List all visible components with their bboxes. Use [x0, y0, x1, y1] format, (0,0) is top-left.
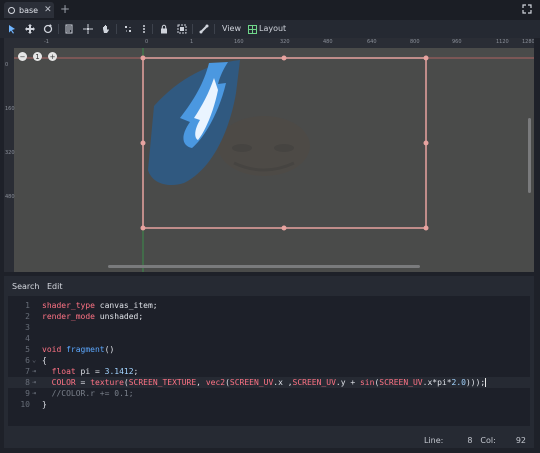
line-number: 10 — [20, 400, 30, 409]
line-number: 6 — [25, 356, 30, 365]
code-line[interactable]: 10} — [8, 399, 530, 410]
ruler-tick: 480 — [5, 194, 15, 200]
code-line[interactable]: 2 render_mode unshaded; — [8, 311, 530, 322]
ruler-tick: 1120 — [496, 39, 509, 45]
code-editor[interactable]: 1 shader_type canvas_item; 2 render_mode un… — [8, 296, 530, 426]
rotate-mode-icon[interactable] — [42, 23, 54, 35]
layout-grid-icon — [246, 23, 258, 35]
col-label: Col: — [480, 436, 496, 445]
code-line[interactable]: 9 ⇥ //COLOR.r += 0.1; — [8, 388, 530, 399]
ruler-tick: 480 — [323, 39, 333, 45]
code-text: void fragment() — [42, 345, 115, 354]
code-text: float pi = 3.1412; — [51, 367, 139, 376]
code-line[interactable]: 7 ⇥ float pi = 3.1412; — [8, 366, 530, 377]
group-icon[interactable] — [176, 23, 188, 35]
code-line[interactable]: 8 ⇥ COLOR = texture(SCREEN_TEXTURE, vec2(… — [8, 377, 530, 388]
bone-icon[interactable] — [198, 23, 210, 35]
code-line[interactable]: 3 — [8, 322, 530, 333]
line-number: 9 — [25, 389, 30, 398]
ruler-tick: 1 — [190, 39, 194, 45]
logo-sprite — [148, 60, 240, 186]
ruler-tick: 1280 — [522, 39, 534, 45]
more-options-icon[interactable] — [138, 23, 150, 35]
layout-menu[interactable]: Layout — [259, 24, 286, 33]
scene-tab-bar: base ✕ + — [0, 0, 540, 20]
text-cursor — [485, 378, 487, 387]
edit-menu[interactable]: Edit — [47, 282, 63, 291]
pan-hand-icon[interactable] — [100, 23, 112, 35]
fullscreen-icon[interactable] — [522, 4, 532, 14]
ruler-tick: -1 — [44, 39, 49, 45]
line-number: 2 — [25, 312, 30, 321]
viewport-canvas — [4, 48, 534, 272]
zoom-controls: − 1 + — [18, 52, 57, 61]
code-line[interactable]: 1 shader_type canvas_item; — [8, 300, 530, 311]
list-select-icon[interactable] — [64, 23, 76, 35]
code-line[interactable]: 5 void fragment() — [8, 344, 530, 355]
line-number: 4 — [25, 334, 30, 343]
ruler-tick: 800 — [410, 39, 420, 45]
ruler-left[interactable]: 0 160 320 480 — [4, 48, 15, 272]
shader-editor-panel: Search Edit 1 shader_type canvas_item; 2 re… — [4, 276, 534, 448]
line-number: 8 — [25, 378, 30, 387]
canvas-toolbar: View Layout — [0, 20, 540, 38]
code-text: { — [42, 356, 47, 365]
close-tab-icon[interactable]: ✕ — [44, 5, 52, 15]
select-mode-icon[interactable] — [6, 23, 18, 35]
code-text: shader_type canvas_item; — [42, 301, 158, 310]
move-mode-icon[interactable] — [24, 23, 36, 35]
code-line[interactable]: 4 — [8, 333, 530, 344]
canvas-viewport[interactable]: -1 0 1 160 320 480 640 800 960 1120 1280… — [4, 38, 534, 272]
editor-menu-bar: Search Edit — [4, 282, 534, 294]
line-number: 1 — [25, 301, 30, 310]
code-text: COLOR = texture(SCREEN_TEXTURE, vec2(SCR… — [51, 378, 487, 387]
view-menu[interactable]: View — [222, 24, 241, 33]
ruler-tick: 320 — [280, 39, 290, 45]
ruler-tick: 320 — [5, 150, 15, 156]
code-text: //COLOR.r += 0.1; — [51, 389, 134, 398]
lock-icon[interactable] — [158, 23, 170, 35]
zoom-in-icon[interactable]: + — [48, 52, 57, 61]
line-number: 5 — [25, 345, 30, 354]
fold-icon[interactable]: ⌄ — [32, 355, 40, 366]
code-line[interactable]: 6 ⌄{ — [8, 355, 530, 366]
line-label: Line: — [423, 436, 444, 445]
line-number: 7 — [25, 367, 30, 376]
vertical-scrollbar[interactable] — [528, 118, 531, 193]
ruler-tick: 0 — [145, 39, 149, 45]
background-sprite — [218, 116, 310, 176]
ruler-tick: 160 — [234, 39, 244, 45]
ruler-top[interactable]: -1 0 1 160 320 480 640 800 960 1120 1280 — [4, 38, 534, 48]
indent-marker-icon: ⇥ — [32, 367, 37, 375]
ruler-tick: 640 — [367, 39, 377, 45]
cursor-status: Line: 8 Col: 92 — [424, 436, 526, 445]
snap-icon[interactable] — [122, 23, 134, 35]
line-number: 3 — [25, 323, 30, 332]
col-value: 92 — [515, 436, 526, 445]
ruler-tick: 160 — [5, 106, 15, 112]
ruler-tick: 960 — [452, 39, 462, 45]
code-text: render_mode unshaded; — [42, 312, 144, 321]
ruler-tick: 0 — [5, 62, 9, 68]
indent-marker-icon: ⇥ — [32, 378, 37, 386]
horizontal-scrollbar[interactable] — [108, 265, 420, 268]
add-tab-button[interactable]: + — [60, 2, 70, 16]
zoom-out-icon[interactable]: − — [18, 52, 27, 61]
code-text: } — [42, 400, 47, 409]
scene-tab[interactable]: base ✕ — [4, 2, 54, 18]
search-menu[interactable]: Search — [12, 282, 39, 291]
pivot-icon[interactable] — [82, 23, 94, 35]
line-value: 8 — [467, 436, 473, 445]
zoom-reset-icon[interactable]: 1 — [33, 52, 42, 61]
indent-marker-icon: ⇥ — [32, 389, 37, 397]
scene-tab-label: base — [19, 5, 39, 15]
scene-node-icon — [8, 6, 15, 14]
